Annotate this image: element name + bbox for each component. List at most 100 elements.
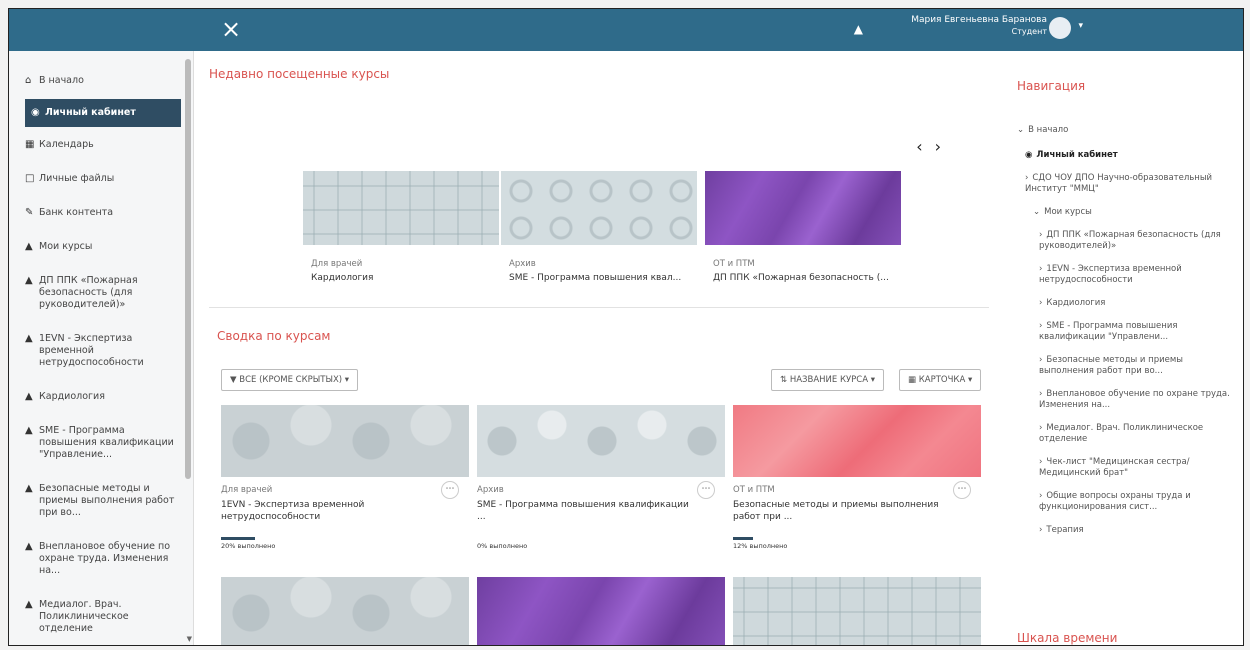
bell-icon[interactable]: ▲ <box>854 22 863 36</box>
course-name-link[interactable]: 1EVN - Экспертиза временной нетрудоспосо… <box>221 499 441 523</box>
nav-tree-my-courses[interactable]: ⌄ Мои курсы <box>1017 203 1231 222</box>
pen-icon: ✎ <box>25 207 34 218</box>
chevron-right-icon: › <box>1025 173 1029 183</box>
drawer-item-course[interactable]: ▲ Внеплановое обучение по охране труда. … <box>9 535 193 583</box>
drawer-item-label: Медиалог. Врач. Поликлиническое отделени… <box>39 599 129 634</box>
drawer-scrollbar[interactable] <box>185 59 191 479</box>
chevron-down-icon[interactable]: ▾ <box>1078 21 1083 31</box>
nav-tree-course[interactable]: › Безопасные методы и приемы выполнения р… <box>1017 351 1231 381</box>
drawer-item-private-files[interactable]: □ Личные файлы <box>9 167 193 191</box>
view-label: КАРТОЧКА <box>918 375 966 385</box>
drawer-item-course[interactable]: ▲ Безопасные методы и приемы выполнения … <box>9 477 193 525</box>
course-image[interactable] <box>221 577 469 645</box>
recent-course-card[interactable]: Архив SME - Программа повышения квал... <box>501 171 697 283</box>
course-name-link[interactable]: SME - Программа повышения квалификации .… <box>477 499 697 523</box>
avatar[interactable] <box>1049 17 1071 39</box>
course-image[interactable] <box>501 171 697 245</box>
drawer-item-label: SME - Программа повышения квалификации "… <box>39 425 174 460</box>
progress-bar <box>733 537 753 540</box>
file-icon: □ <box>25 173 35 184</box>
recent-course-card[interactable]: ОТ и ПТМ ДП ППК «Пожарная безопасность (… <box>705 171 901 283</box>
chevron-right-icon[interactable]: › <box>935 137 953 156</box>
drawer-item-course[interactable]: ▲ 1EVN - Экспертиза временной нетрудоспо… <box>9 327 193 375</box>
drawer-item-dashboard[interactable]: ◉ Личный кабинет <box>25 99 181 127</box>
drawer-item-label: Личный кабинет <box>45 107 136 118</box>
chevron-right-icon: › <box>1039 264 1043 274</box>
course-card[interactable]: ОТ и ПТМ ⋯ Безопасные методы и приемы вы… <box>733 405 981 550</box>
user-role: Студент <box>1011 27 1047 36</box>
course-image[interactable] <box>477 405 725 477</box>
chevron-down-icon: ▾ <box>870 375 876 385</box>
drawer-item-course[interactable]: ▲ Кардиология <box>9 385 193 409</box>
chevron-down-icon: ⌄ <box>1017 125 1025 135</box>
nav-tree-course[interactable]: › Внеплановое обучение по охране труда. И… <box>1017 385 1231 415</box>
nav-tree-label: ДП ППК «Пожарная безопасность (для руков… <box>1039 230 1221 251</box>
recent-course-card[interactable]: Для врачей Кардиология <box>303 171 499 283</box>
course-image[interactable] <box>733 405 981 477</box>
graduation-cap-icon: ▲ <box>25 483 33 494</box>
chevron-left-icon[interactable]: ‹ <box>916 137 934 156</box>
nav-tree-course[interactable]: › Терапия <box>1017 521 1231 540</box>
drawer-item-course[interactable]: ▲ Медиалог. Врач. Поликлиническое отделе… <box>9 593 193 641</box>
nav-tree-course[interactable]: › ДП ППК «Пожарная безопасность (для руко… <box>1017 226 1231 256</box>
filter-label: ВСЕ (КРОМЕ СКРЫТЫХ) <box>239 375 343 385</box>
course-category: ОТ и ПТМ <box>733 485 775 495</box>
nav-tree-course[interactable]: › Общие вопросы охраны труда и функционир… <box>1017 487 1231 517</box>
course-name-link[interactable]: SME - Программа повышения квал... <box>509 273 689 283</box>
drawer-item-label: Календарь <box>39 139 94 150</box>
sort-dropdown[interactable]: ⇅ НАЗВАНИЕ КУРСА ▾ <box>771 369 885 391</box>
drawer-item-label: Кардиология <box>39 391 105 402</box>
course-image[interactable] <box>705 171 901 245</box>
course-image[interactable] <box>303 171 499 245</box>
course-image[interactable] <box>221 405 469 477</box>
nav-tree-dashboard[interactable]: ◉ Личный кабинет <box>1017 146 1231 165</box>
drawer-item-course[interactable]: ▲ SME - Программа повышения квалификации… <box>9 419 193 467</box>
course-name-link[interactable]: Кардиология <box>311 273 491 283</box>
calendar-icon: ▦ <box>25 139 35 150</box>
chevron-right-icon: › <box>1039 525 1043 535</box>
chevron-down-icon: ⌄ <box>1033 207 1041 217</box>
drawer-item-label: ДП ППК «Пожарная безопасность (для руков… <box>39 275 138 310</box>
nav-drawer: ⌂ В начало ◉ Личный кабинет ▦ Календарь … <box>9 51 194 645</box>
graduation-cap-icon: ▲ <box>25 425 33 436</box>
nav-tree-label: Терапия <box>1046 525 1084 535</box>
graduation-cap-icon: ▲ <box>25 599 33 610</box>
course-card[interactable]: Архив ⋯ SME - Программа повышения квалиф… <box>477 405 725 550</box>
navigation-tree: ⌄ В начало ◉ Личный кабинет › СДО ЧОУ ДПО Н… <box>1017 121 1231 540</box>
nav-tree-site[interactable]: › СДО ЧОУ ДПО Научно-образовательный Инст… <box>1017 169 1231 199</box>
drawer-item-calendar[interactable]: ▦ Календарь <box>9 133 193 157</box>
chevron-right-icon: › <box>1039 230 1043 240</box>
filter-dropdown[interactable]: ▼ ВСЕ (КРОМЕ СКРЫТЫХ) ▾ <box>221 369 359 391</box>
course-name-link[interactable]: Безопасные методы и приемы выполнения ра… <box>733 499 953 523</box>
chevron-down-icon: ▾ <box>344 375 350 385</box>
more-options-icon[interactable]: ⋯ <box>697 481 715 499</box>
chevron-right-icon: › <box>1039 355 1043 365</box>
sort-label: НАЗВАНИЕ КУРСА <box>789 375 869 385</box>
course-category: Архив <box>509 259 536 269</box>
course-name-link[interactable]: ДП ППК «Пожарная безопасность (... <box>713 273 893 283</box>
course-image[interactable] <box>733 577 981 645</box>
course-image[interactable] <box>477 577 725 645</box>
view-dropdown[interactable]: ▦ КАРТОЧКА ▾ <box>899 369 982 391</box>
course-card[interactable]: Для врачей ⋯ 1EVN - Экспертиза временной… <box>221 405 469 550</box>
scroll-down-icon[interactable]: ▼ <box>187 635 192 643</box>
nav-tree-course[interactable]: › SME - Программа повышения квалификации … <box>1017 317 1231 347</box>
drawer-item-course[interactable]: ▲ ДП ППК «Пожарная безопасность (для рук… <box>9 269 193 317</box>
progress-text: 12% выполнено <box>733 542 788 550</box>
chevron-down-icon: ▾ <box>967 375 973 385</box>
more-options-icon[interactable]: ⋯ <box>441 481 459 499</box>
drawer-item-home[interactable]: ⌂ В начало <box>9 69 193 93</box>
drawer-item-my-courses[interactable]: ▲ Мои курсы <box>9 235 193 259</box>
drawer-item-content-bank[interactable]: ✎ Банк контента <box>9 201 193 225</box>
nav-tree-course[interactable]: › Кардиология <box>1017 294 1231 313</box>
graduation-cap-icon: ▲ <box>25 275 33 286</box>
drawer-item-label: В начало <box>39 75 84 86</box>
user-menu[interactable]: Мария Евгеньевна Баранова Студент <box>911 15 1047 37</box>
nav-tree-home[interactable]: ⌄ В начало <box>1017 121 1231 140</box>
course-category: Для врачей <box>311 259 363 269</box>
nav-tree-course[interactable]: › Медиалог. Врач. Поликлиническое отделен… <box>1017 419 1231 449</box>
nav-tree-course[interactable]: › Чек-лист "Медицинская сестра/Медицински… <box>1017 453 1231 483</box>
nav-tree-course[interactable]: › 1EVN - Экспертиза временной нетрудоспос… <box>1017 260 1231 290</box>
close-drawer-icon[interactable]: × <box>221 15 241 43</box>
more-options-icon[interactable]: ⋯ <box>953 481 971 499</box>
